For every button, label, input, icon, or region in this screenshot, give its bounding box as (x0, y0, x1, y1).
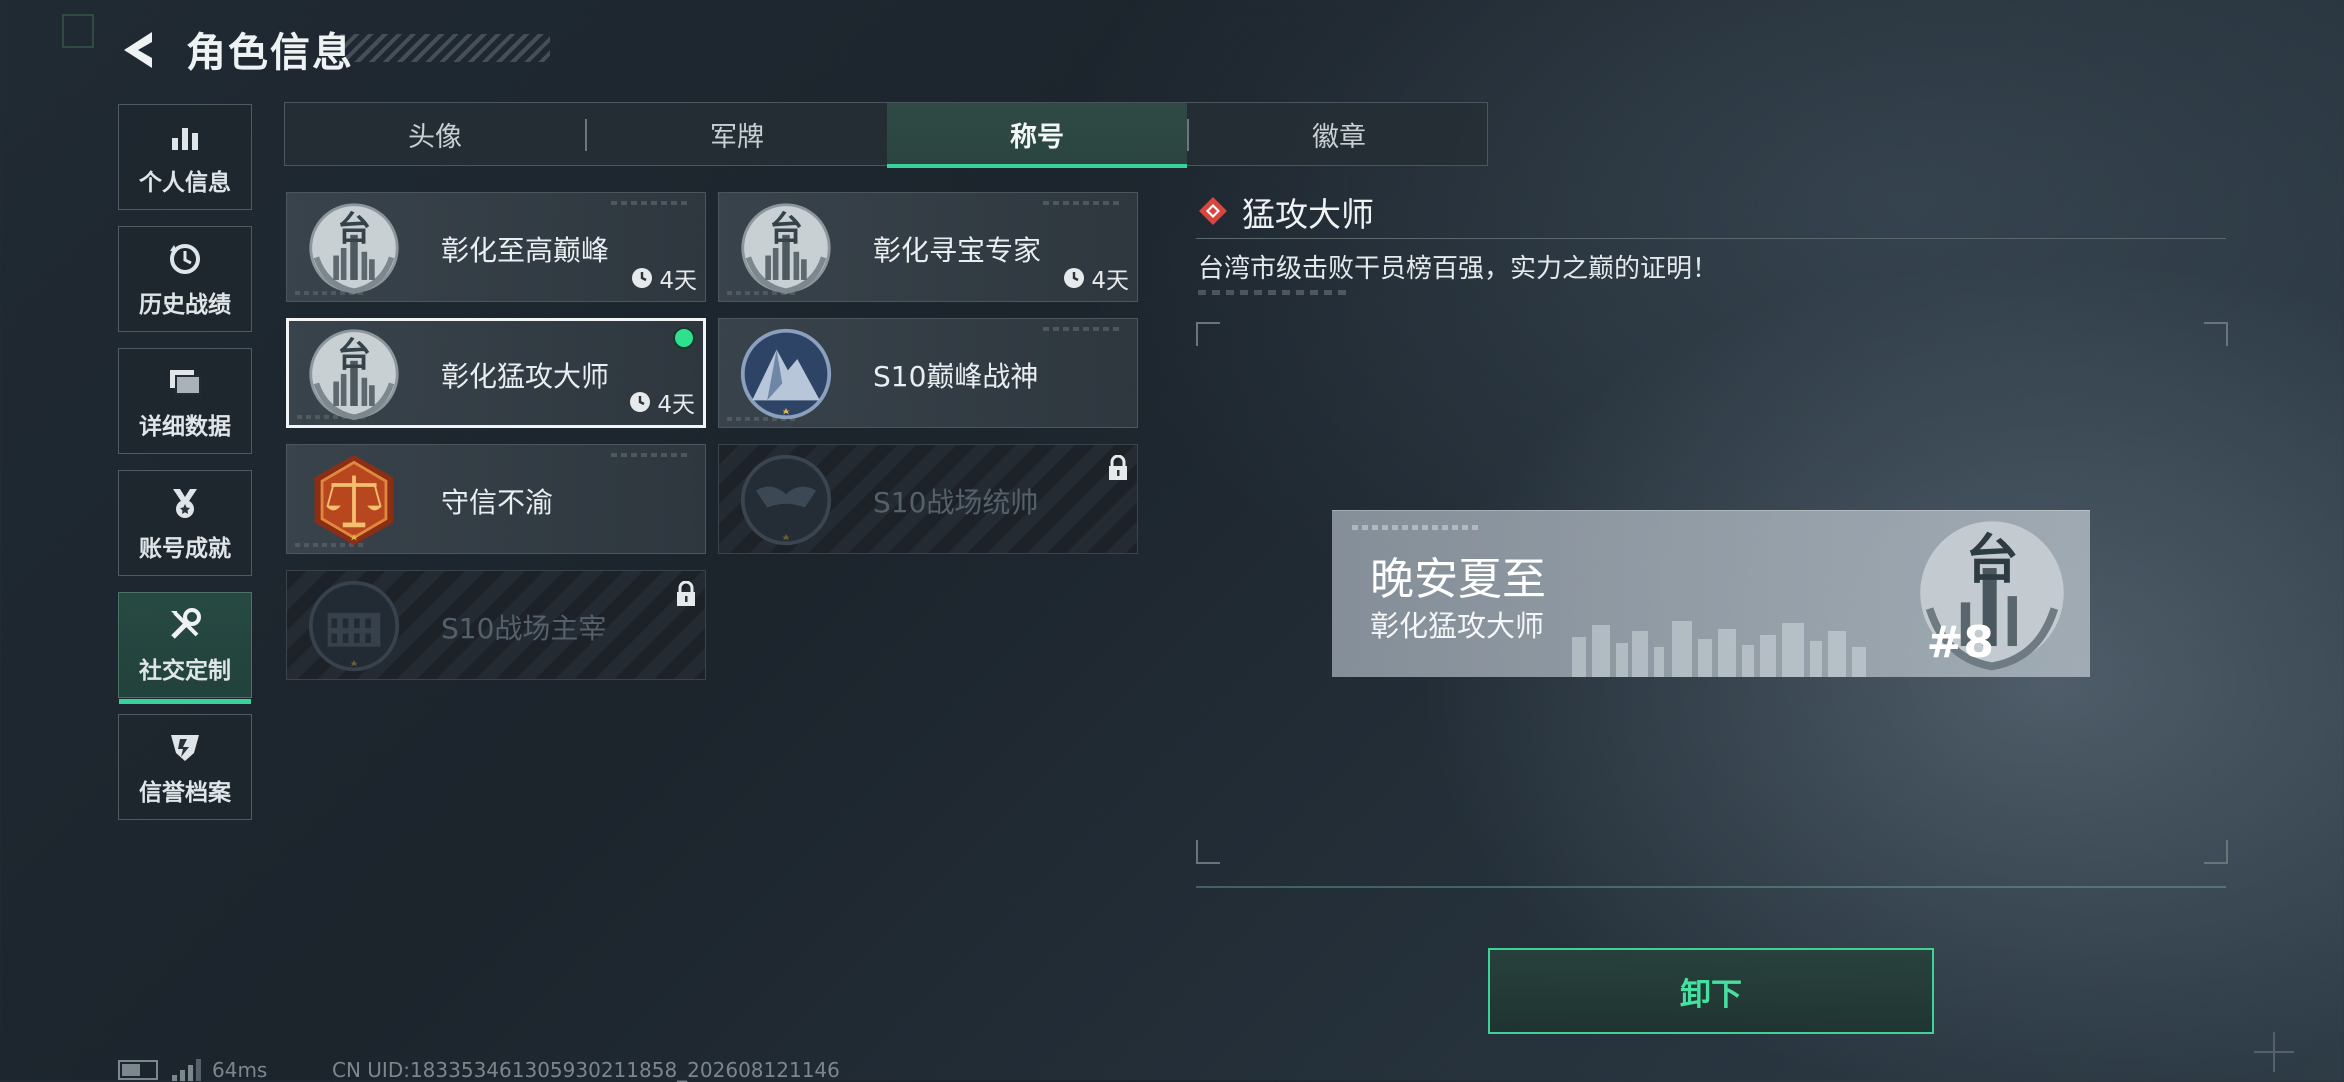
nav-label: 详细数据 (139, 414, 231, 440)
title-card-changhua-treasure[interactable]: 彰化寻宝专家 4天 (718, 192, 1138, 302)
corner-decoration (62, 14, 94, 48)
lock-icon (1107, 455, 1129, 481)
nav-item-social-custom[interactable]: 社交定制 (118, 592, 252, 704)
expiry-timer: 4天 (631, 261, 697, 295)
title-name: 彰化猛攻大师 (441, 360, 610, 393)
nameplate-preview: 晚安夏至 彰化猛攻大师 台 #8 (1332, 510, 2090, 677)
selected-title-description: 台湾市级击败干员榜百强，实力之巅的证明！ (1198, 254, 1719, 284)
title-name: S10巅峰战神 (873, 360, 1039, 393)
tools-icon (165, 605, 205, 645)
nav-item-details[interactable]: 详细数据 (118, 348, 252, 454)
title-card-s10-battlefield-commander[interactable]: S10战场统帅 (718, 444, 1138, 554)
description-decoration (1198, 290, 1348, 295)
tab-badge[interactable]: 徽章 (1189, 103, 1489, 165)
mountain-emblem-icon (739, 327, 833, 421)
shield-badge-icon (165, 727, 205, 767)
status-bar: 64ms (118, 1058, 267, 1082)
folders-icon (165, 361, 205, 401)
tab-title[interactable]: 称号 (887, 103, 1187, 168)
medal-icon (165, 483, 205, 523)
expiry-timer: 4天 (629, 385, 695, 419)
page-title: 角色信息 (186, 30, 354, 76)
title-name: S10战场统帅 (873, 486, 1039, 519)
divider (1196, 238, 2226, 239)
frame-corner (2204, 322, 2228, 346)
title-name: 彰化寻宝专家 (873, 234, 1042, 267)
timer-text: 4天 (659, 268, 697, 294)
title-name: S10战场主宰 (441, 612, 607, 645)
tab-dogtag[interactable]: 军牌 (587, 103, 887, 165)
title-name: 守信不渝 (441, 486, 554, 519)
nav-item-credit-record[interactable]: 信誉档案 (118, 714, 252, 820)
emblem-character: 台 (1965, 528, 2018, 590)
card-decoration (611, 453, 691, 457)
equipped-indicator (673, 327, 695, 349)
nav-label: 账号成就 (139, 536, 231, 562)
expiry-timer: 4天 (1063, 261, 1129, 295)
card-decoration (1043, 327, 1123, 331)
bar-chart-icon (165, 117, 205, 157)
nav-item-achievements[interactable]: 账号成就 (118, 470, 252, 576)
card-decoration (1043, 201, 1123, 205)
equipped-title: 彰化猛攻大师 (1370, 609, 1545, 643)
title-name: 彰化至高巅峰 (441, 234, 610, 267)
user-uid: CN UID:18335346130593021185​8_2026081211… (332, 1058, 840, 1082)
taiwan-emblem-icon (307, 327, 401, 421)
title-card-s10-battlefield-dominator[interactable]: S10战场主宰 (286, 570, 706, 680)
nav-item-history[interactable]: 历史战绩 (118, 226, 252, 332)
title-card-s10-peak-god[interactable]: S10巅峰战神 (718, 318, 1138, 428)
crosshair-decoration (2254, 1032, 2294, 1072)
ping-value: 64ms (212, 1058, 268, 1082)
nav-label: 历史战绩 (139, 292, 231, 318)
clock-icon (631, 267, 653, 289)
timer-text: 4天 (1091, 268, 1129, 294)
timer-text: 4天 (657, 392, 695, 418)
colosseum-emblem-icon (307, 579, 401, 673)
title-card-changhua-assault-master[interactable]: 彰化猛攻大师 4天 (286, 318, 706, 428)
title-decoration (340, 34, 550, 62)
frame-corner (1196, 322, 1220, 346)
lock-icon (675, 581, 697, 607)
nav-label: 信誉档案 (139, 780, 231, 806)
taiwan-emblem-icon (307, 201, 401, 295)
title-category-tabs: 头像 军牌 称号 徽章 (284, 102, 1489, 168)
diamond-marker-icon (1199, 197, 1227, 225)
taiwan-emblem-icon (739, 201, 833, 295)
signal-icon (172, 1059, 201, 1081)
divider (1196, 886, 2226, 888)
nav-item-profile[interactable]: 个人信息 (118, 104, 252, 210)
back-arrow-icon (124, 32, 152, 68)
battery-icon (118, 1060, 158, 1080)
nav-label: 个人信息 (139, 170, 231, 196)
selected-title-name: 猛攻大师 (1242, 195, 1374, 234)
clock-icon (1063, 267, 1085, 289)
frame-corner (1196, 840, 1220, 864)
nav-label: 社交定制 (139, 658, 231, 684)
rank-number: #8 (1926, 617, 1994, 668)
clock-icon (629, 391, 651, 413)
unequip-button[interactable]: 卸下 (1488, 948, 1934, 1034)
title-card-keep-faith[interactable]: 守信不渝 (286, 444, 706, 554)
back-button[interactable] (116, 26, 164, 74)
scales-emblem-icon (307, 453, 401, 547)
dragon-emblem-icon (739, 453, 833, 547)
card-decoration (611, 201, 691, 205)
history-clock-icon (165, 239, 205, 279)
tab-avatar[interactable]: 头像 (285, 103, 585, 165)
title-card-changhua-peak[interactable]: 彰化至高巅峰 4天 (286, 192, 706, 302)
frame-corner (2204, 840, 2228, 864)
player-name: 晚安夏至 (1370, 554, 1546, 605)
plate-code-decoration (1352, 525, 1482, 530)
